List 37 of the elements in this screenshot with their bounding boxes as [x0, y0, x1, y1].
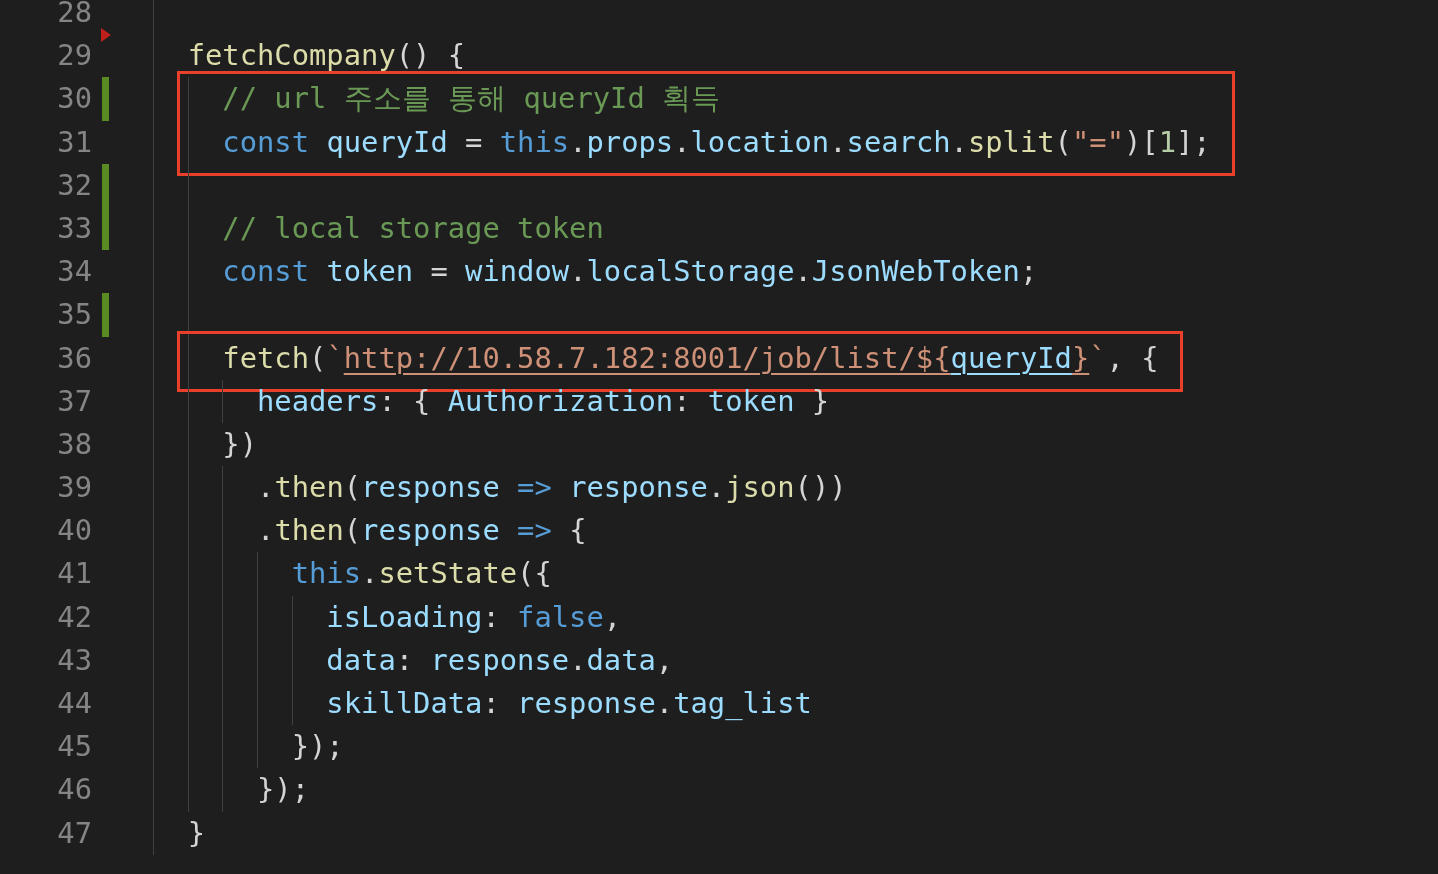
code-line: headers: { Authorization: token } [256, 383, 830, 418]
line-number: 38 [56, 425, 92, 463]
line-number: 41 [56, 555, 92, 593]
code-line: } [186, 815, 205, 850]
code-line: const queryId = this.props.location.search.split("=")[1]; [221, 124, 1211, 159]
code-line: // url 주소를 통해 queryId 획득 [221, 81, 721, 116]
code-line: data: response.data, [325, 642, 674, 677]
line-number: 30 [56, 80, 92, 118]
line-number: 42 [56, 598, 92, 636]
code-line: }); [256, 772, 310, 807]
line-number: 47 [56, 814, 92, 852]
line-number: 33 [56, 209, 92, 247]
code-line: }) [221, 426, 258, 461]
line-number: 37 [56, 382, 92, 420]
line-number: 31 [56, 123, 92, 161]
line-number: 34 [56, 253, 92, 291]
line-number: 35 [56, 296, 92, 334]
code-line: // local storage token [221, 210, 604, 245]
line-number: 32 [56, 166, 92, 204]
line-number: 28 [56, 0, 92, 31]
code-line: isLoading: false, [325, 599, 622, 634]
code-line: const token = window.localStorage.JsonWebToken; [221, 254, 1038, 289]
code-line: skillData: response.tag_list [325, 686, 812, 720]
line-number: 40 [56, 512, 92, 550]
line-number: 44 [56, 685, 92, 722]
code-line: }); [290, 729, 344, 764]
line-number: 39 [56, 469, 92, 507]
line-number: 29 [56, 37, 92, 75]
line-number: 46 [56, 771, 92, 809]
code-line: this.setState({ [290, 556, 552, 591]
line-number: 36 [56, 339, 92, 377]
line-number: 43 [56, 641, 92, 679]
code-line: .then(response => response.json()) [256, 470, 847, 505]
line-number: 45 [56, 728, 92, 766]
code-line: fetchCompany() { [186, 38, 466, 73]
code-line: .then(response => { [256, 513, 587, 548]
code-line: fetch(`http://10.58.7.182:8001/job/list/${queryId}`, { [221, 340, 1159, 375]
